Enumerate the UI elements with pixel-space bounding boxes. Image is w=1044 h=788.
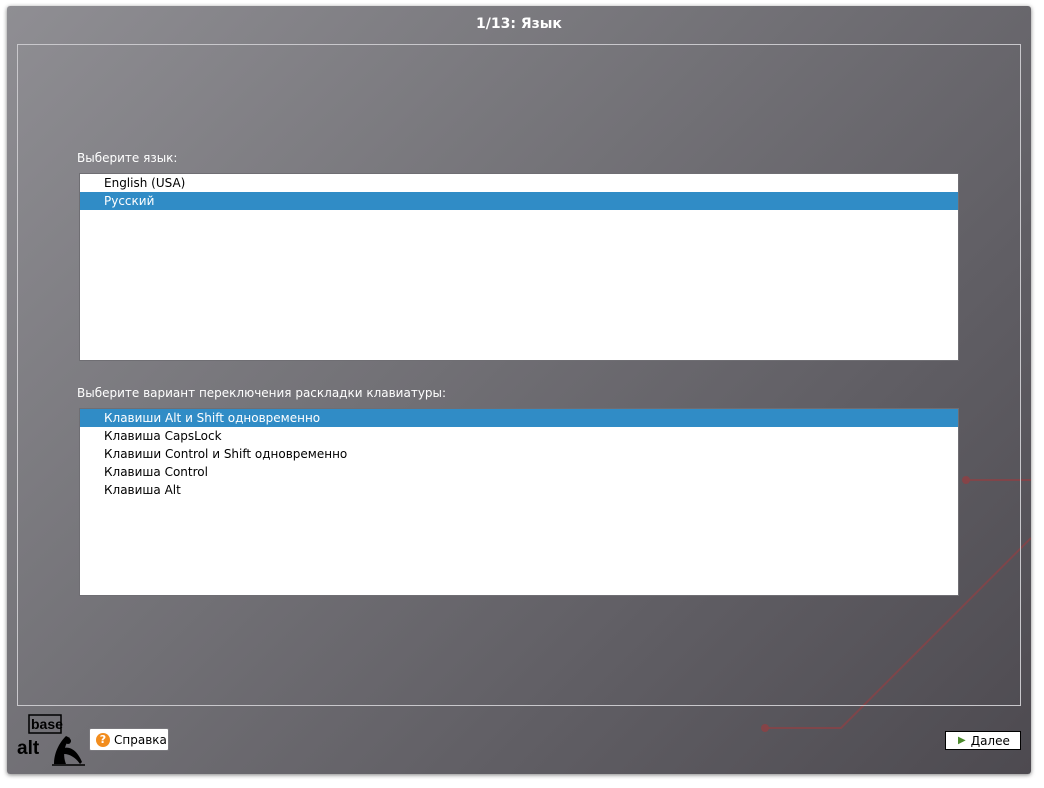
keyboard-layout-label: Выберите вариант переключения раскладки … bbox=[77, 386, 447, 400]
layout-option-alt-shift[interactable]: Клавиши Alt и Shift одновременно bbox=[80, 409, 958, 427]
content-frame bbox=[17, 44, 1021, 706]
installer-window: 1/13: Язык Выберите язык: English (USA) … bbox=[7, 6, 1031, 774]
logo-text-alt: alt bbox=[17, 738, 40, 759]
language-list[interactable]: English (USA) Русский bbox=[79, 173, 959, 361]
question-circle-icon: ? bbox=[96, 732, 110, 747]
window-title: 1/13: Язык bbox=[476, 16, 562, 32]
next-button[interactable]: ▶ Далее bbox=[945, 731, 1021, 750]
language-option-russian[interactable]: Русский bbox=[80, 192, 958, 210]
language-option-english[interactable]: English (USA) bbox=[80, 174, 958, 192]
basealt-logo: base alt bbox=[17, 714, 85, 766]
language-label: Выберите язык: bbox=[77, 151, 178, 165]
logo-text-base: base bbox=[31, 716, 63, 732]
keyboard-layout-list[interactable]: Клавиши Alt и Shift одновременно Клавиша… bbox=[79, 408, 959, 596]
layout-option-control-shift[interactable]: Клавиши Control и Shift одновременно bbox=[80, 445, 958, 463]
help-button-label: Справка bbox=[114, 732, 167, 747]
next-button-label: Далее bbox=[970, 733, 1010, 748]
chevron-right-icon: ▶ bbox=[958, 735, 966, 746]
help-button[interactable]: ? Справка bbox=[89, 728, 169, 751]
layout-option-alt[interactable]: Клавиша Alt bbox=[80, 481, 958, 499]
layout-option-control[interactable]: Клавиша Control bbox=[80, 463, 958, 481]
layout-option-capslock[interactable]: Клавиша CapsLock bbox=[80, 427, 958, 445]
